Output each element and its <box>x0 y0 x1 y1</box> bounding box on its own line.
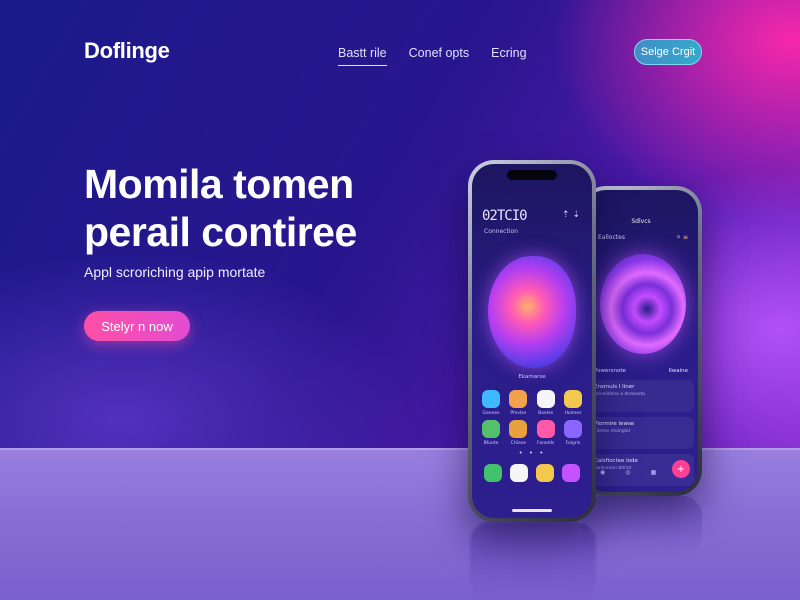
app-icon <box>563 420 582 438</box>
list-item-title: Plormire lewse <box>594 421 635 427</box>
list-item[interactable]: Plormire lewse Tileme ntoinglol <box>588 417 694 449</box>
status-icons: ⇡ ⇣ <box>562 210 580 220</box>
orb-artwork <box>488 256 576 368</box>
back-phone-mockup: Sdlvcs Ealloctes ⚪ ≡ Powersnote Ilwaine … <box>580 186 702 496</box>
list-item-title: Ensmuls I liner <box>594 384 635 390</box>
app-label: Folgris <box>565 441 581 446</box>
app-label: Ctiiese <box>510 441 526 446</box>
phone-notch <box>507 170 557 180</box>
app-icon <box>563 390 582 408</box>
list-head-right: Ilwaine <box>668 368 688 374</box>
front-phone-screen: 02TCI0 Connection ⇡ ⇣ Ekamarse Gannes Phi… <box>472 164 592 518</box>
brand-logo[interactable]: Doflinge <box>84 38 170 64</box>
hero-title-line2: perail contiree <box>84 209 357 255</box>
home-indicator <box>512 509 552 512</box>
tab-home-icon[interactable]: ◉ <box>600 469 605 476</box>
app-icon <box>509 390 528 408</box>
app-icon-boelse[interactable]: Boelse <box>536 390 555 416</box>
back-phone-subtitle: Ealloctes <box>598 234 625 241</box>
orb-caption: Ekamarse <box>518 374 546 380</box>
app-label: Bfuote <box>483 441 499 446</box>
list-head-left: Powersnote <box>594 368 626 374</box>
swirl-artwork <box>600 254 686 354</box>
app-icon-folgris[interactable]: Folgris <box>563 420 582 446</box>
top-nav: Bastt rile Conef opts Ecring <box>338 46 527 66</box>
app-row-1: Gannes Phivlse Boelse Hoimes <box>482 390 582 416</box>
hero-title-line1: Momila tomen <box>84 161 354 207</box>
header-cta-button[interactable]: Selge Crgit <box>634 39 702 65</box>
hero-title: Momila tomen perail contiree <box>84 160 424 256</box>
app-icon-phivlse[interactable]: Phivlse <box>509 390 528 416</box>
page-dots: • • • <box>518 449 546 457</box>
list-item-sub: Aricelitisne a dnasesto <box>594 392 645 397</box>
app-icon <box>482 420 500 438</box>
app-icon-gannes[interactable]: Gannes <box>482 390 500 416</box>
app-icon-fonelds[interactable]: Fonelds <box>536 420 555 446</box>
front-phone-reflection <box>470 522 596 600</box>
app-label: Boelse <box>538 411 554 416</box>
back-phone-list-head: Powersnote Ilwaine <box>588 368 694 374</box>
nav-item-1[interactable]: Bastt rile <box>338 46 387 66</box>
app-row-2: Bfuote Ctiiese Fonelds Folgris <box>482 420 582 446</box>
list-item-sub: Tileme ntoinglol <box>594 429 631 434</box>
app-icon <box>536 420 555 438</box>
back-phone-reflection <box>582 496 702 556</box>
hero-cta-button[interactable]: Stelyr n now <box>84 311 190 341</box>
app-icon-bfuote[interactable]: Bfuote <box>482 420 500 446</box>
tab-grid-icon[interactable]: ▦ <box>651 469 657 476</box>
app-label: Phivlse <box>510 411 527 416</box>
app-icon <box>536 390 555 408</box>
app-label: Hoimes <box>564 411 582 416</box>
phone-icon[interactable] <box>484 464 502 482</box>
front-phone-mockup: 02TCI0 Connection ⇡ ⇣ Ekamarse Gannes Phi… <box>468 160 596 522</box>
lockscreen-clock: 02TCI0 <box>482 208 528 224</box>
nav-item-3[interactable]: Ecring <box>491 46 526 66</box>
back-phone-badge: ⚪ ≡ <box>676 234 688 241</box>
app-icon <box>482 390 500 408</box>
list-item[interactable]: Ensmuls I liner Aricelitisne a dnasesto <box>588 380 694 412</box>
back-phone-screen: Sdlvcs Ealloctes ⚪ ≡ Powersnote Ilwaine … <box>584 190 698 492</box>
messages-icon[interactable] <box>510 464 528 482</box>
add-fab-button[interactable]: + <box>672 460 690 478</box>
app-label: Gannes <box>482 411 500 416</box>
tab-search-icon[interactable]: ◎ <box>625 469 630 476</box>
files-icon[interactable] <box>536 464 554 482</box>
nav-item-2[interactable]: Conef opts <box>409 46 469 66</box>
back-phone-title: Sdlvcs <box>631 218 651 225</box>
app-dock <box>480 460 584 486</box>
media-icon[interactable] <box>562 464 580 482</box>
app-icon-ctiiese[interactable]: Ctiiese <box>509 420 528 446</box>
lockscreen-date: Connection <box>484 228 518 235</box>
app-label: Fonelds <box>537 441 555 446</box>
app-icon <box>509 420 528 438</box>
app-icon-hoimes[interactable]: Hoimes <box>563 390 582 416</box>
hero-subtitle: Appl scroriching apip mortate <box>84 264 266 280</box>
